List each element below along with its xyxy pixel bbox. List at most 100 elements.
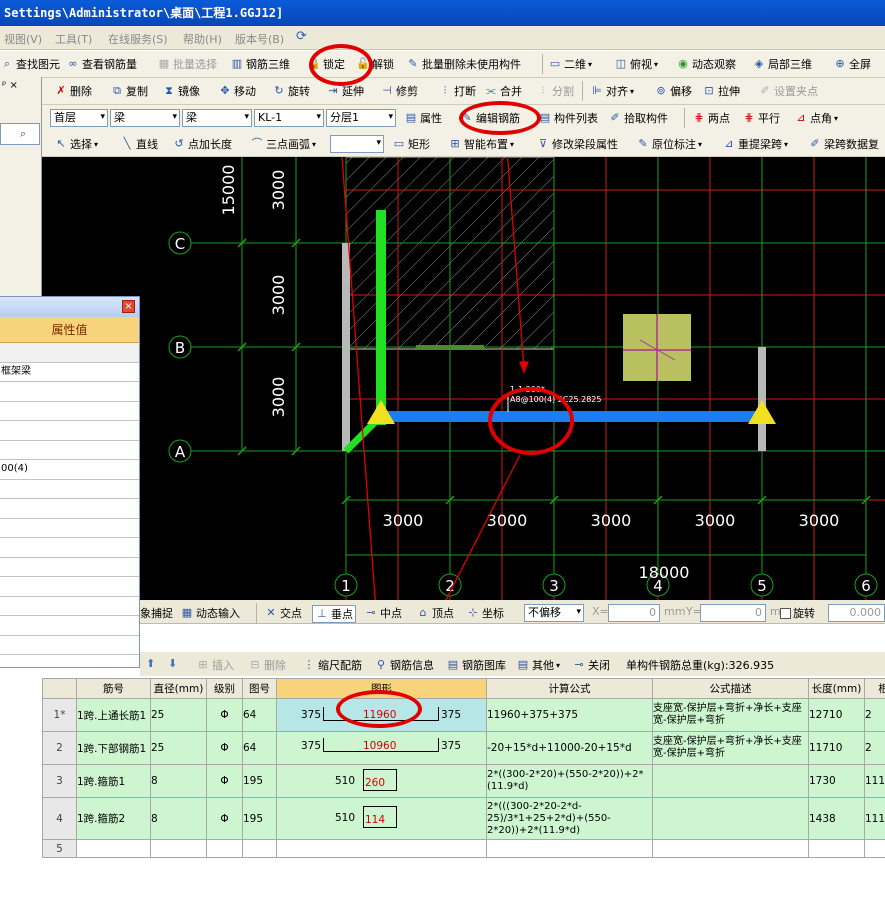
cell-shape[interactable]: 510 114	[276, 797, 487, 840]
pick-member-button[interactable]: 拾取构件	[624, 110, 668, 126]
cell-figure-no[interactable]: 195	[242, 797, 277, 840]
table-row[interactable]: 4 1跨.箍筋2 8 Φ 195 510 114 2*(((300-2*20-2…	[42, 797, 885, 840]
property-row[interactable]	[0, 519, 139, 538]
cell-figure-no[interactable]	[242, 839, 277, 858]
copy-button[interactable]: 复制	[126, 83, 148, 99]
stretch-button[interactable]: 拉伸	[718, 83, 740, 99]
move-down-icon[interactable]: ⬇	[168, 657, 177, 670]
cell-count[interactable]: 111	[864, 764, 885, 798]
batch-delete-unused-button[interactable]: 批量删除未使用构件	[422, 56, 521, 72]
point-angle-button[interactable]: 点角	[810, 110, 832, 126]
col-header-count[interactable]: 根	[864, 678, 885, 699]
parallel-button[interactable]: 平行	[758, 110, 780, 126]
other-button[interactable]: 其他	[532, 657, 554, 673]
vertex-snap[interactable]: 顶点	[432, 605, 454, 621]
cell-name[interactable]: 1跨.上通长筋1	[76, 698, 151, 732]
delete-button[interactable]: 删除	[70, 83, 92, 99]
type-select[interactable]: 梁 ▾	[182, 109, 252, 127]
cell-formula[interactable]: 2*(((300-2*20-2*d-25)/3*1+25+2*d)+(550-2…	[486, 797, 653, 840]
reextract-span-button[interactable]: 重提梁跨	[738, 136, 782, 152]
table-row[interactable]: 5	[42, 839, 885, 858]
midpoint-snap[interactable]: 中点	[380, 605, 402, 621]
rect-button[interactable]: 矩形	[408, 136, 430, 152]
rotate-input[interactable]: 0.000	[828, 604, 885, 622]
delete-row-button[interactable]: 删除	[264, 657, 286, 673]
update-icon[interactable]: ⟳	[296, 29, 307, 44]
property-row[interactable]	[0, 421, 139, 441]
cell-description[interactable]	[652, 764, 809, 798]
cell-grade[interactable]: Φ	[206, 731, 243, 765]
rebar-library-button[interactable]: 钢筋图库	[462, 657, 506, 673]
cell-grade[interactable]	[206, 839, 243, 858]
top-view-button[interactable]: 俯视	[630, 56, 652, 72]
cell-length[interactable]: 1730	[808, 764, 865, 798]
perpendicular-snap[interactable]: 垂点	[331, 606, 353, 622]
table-row[interactable]: 1* 1跨.上通长筋1 25 Φ 64 375 11960 375 11960+…	[42, 698, 885, 732]
cell-name[interactable]: 1跨.下部钢筋1	[76, 731, 151, 765]
cell-length[interactable]: 1438	[808, 797, 865, 840]
align-button[interactable]: 对齐	[606, 83, 628, 99]
cell-description[interactable]	[652, 797, 809, 840]
y-input[interactable]: 0	[700, 604, 766, 622]
cell-count[interactable]: 2	[864, 698, 885, 732]
cell-description[interactable]	[652, 839, 809, 858]
wall-right[interactable]	[758, 347, 766, 451]
intersection-snap[interactable]: 交点	[280, 605, 302, 621]
property-panel-header[interactable]: ×	[0, 297, 139, 317]
cell-length[interactable]: 12710	[808, 698, 865, 732]
cell-diameter[interactable]: 8	[150, 764, 207, 798]
drawing-canvas[interactable]: C B A 1 2 3 4 5 6 15000 3000 3000 3000 3…	[42, 157, 885, 600]
cell-count[interactable]	[864, 839, 885, 858]
move-button[interactable]: 移动	[234, 83, 256, 99]
rotate-checkbox[interactable]	[780, 607, 791, 619]
cell-description[interactable]: 支座宽-保护层+弯折+净长+支座宽-保护层+弯折	[652, 698, 809, 732]
property-row[interactable]	[0, 343, 139, 363]
mirror-button[interactable]: 镜像	[178, 83, 200, 99]
col-header-bar-no[interactable]: 筋号	[76, 678, 151, 699]
menu-tools[interactable]: 工具(T)	[55, 31, 92, 47]
move-up-icon[interactable]: ⬆	[146, 657, 155, 670]
property-row[interactable]	[0, 558, 139, 577]
menu-view[interactable]: 视图(V)	[4, 31, 42, 47]
member-select[interactable]: KL-1 ▾	[254, 109, 324, 127]
property-row[interactable]	[0, 597, 139, 616]
member-list-button[interactable]: 构件列表	[554, 110, 598, 126]
floor-select[interactable]: 首层 ▾	[50, 109, 108, 127]
cell-shape[interactable]	[276, 839, 487, 858]
trim-button[interactable]: 修剪	[396, 83, 418, 99]
split-button[interactable]: 分割	[552, 83, 574, 99]
cell-diameter[interactable]	[150, 839, 207, 858]
set-grip-button[interactable]: 设置夹点	[774, 83, 818, 99]
col-header-length[interactable]: 长度(mm)	[808, 678, 865, 699]
break-button[interactable]: 打断	[454, 83, 476, 99]
beam-vertical[interactable]	[376, 210, 386, 425]
copy-span-data-button[interactable]: 梁跨数据复	[824, 136, 879, 152]
property-row[interactable]	[0, 499, 139, 519]
dynamic-view-button[interactable]: 动态观察	[692, 56, 736, 72]
cell-count[interactable]: 2	[864, 731, 885, 765]
cell-shape[interactable]: 375 10960 375	[276, 731, 487, 765]
cell-figure-no[interactable]: 195	[242, 764, 277, 798]
property-row[interactable]	[0, 636, 139, 655]
cell-diameter[interactable]: 25	[150, 731, 207, 765]
unlock-button[interactable]: 解锁	[372, 56, 394, 72]
view-2d-select[interactable]: 二维	[564, 56, 586, 72]
select-button[interactable]: 选择	[70, 136, 92, 152]
cell-length[interactable]: 11710	[808, 731, 865, 765]
row-index[interactable]: 1*	[42, 698, 77, 732]
search-icon[interactable]: ⌕	[20, 127, 26, 141]
close-button[interactable]: 关闭	[588, 657, 610, 673]
category-select[interactable]: 梁 ▾	[110, 109, 180, 127]
coordinate-snap[interactable]: 坐标	[482, 605, 504, 621]
property-row[interactable]	[0, 480, 139, 499]
modify-span-props-button[interactable]: 修改梁段属性	[552, 136, 618, 152]
close-icon[interactable]: ×	[122, 300, 135, 313]
cell-grade[interactable]: Φ	[206, 764, 243, 798]
smart-layout-button[interactable]: 智能布置	[464, 136, 508, 152]
pin-icon[interactable]: ᵖ ×	[2, 80, 18, 91]
cell-description[interactable]: 支座宽-保护层+弯折+净长+支座宽-保护层+弯折	[652, 731, 809, 765]
menu-version[interactable]: 版本号(B)	[235, 31, 284, 47]
x-input[interactable]: 0	[608, 604, 660, 622]
arc3-button[interactable]: 三点画弧	[266, 136, 310, 152]
cell-grade[interactable]: Φ	[206, 797, 243, 840]
